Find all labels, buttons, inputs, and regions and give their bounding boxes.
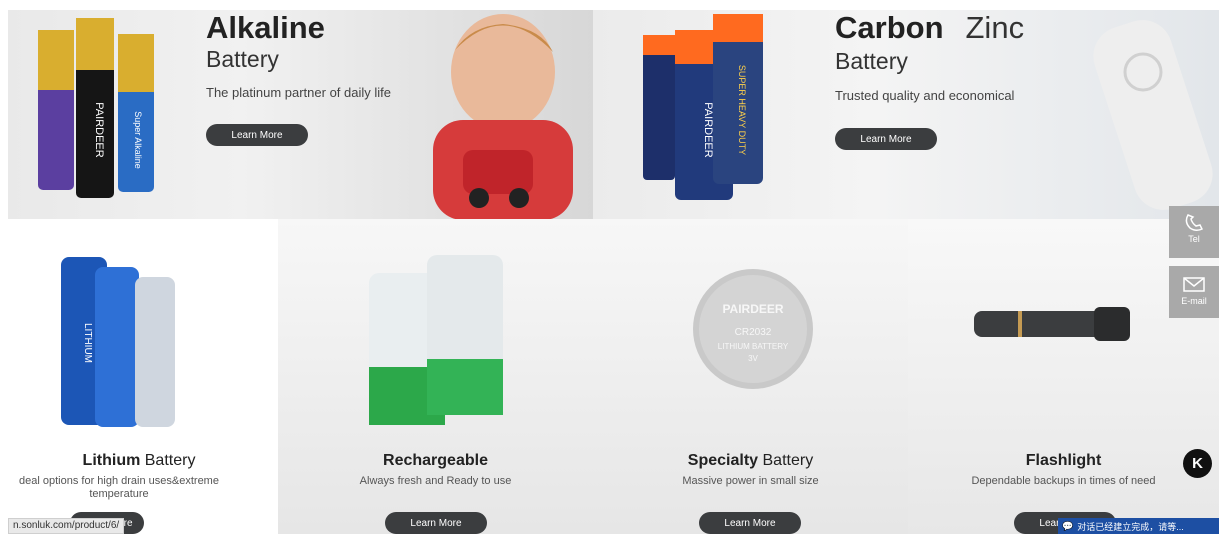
hero-subtitle: Battery xyxy=(835,48,908,74)
card-description: Always fresh and Ready to use xyxy=(359,475,512,487)
hero-subtitle: Battery xyxy=(206,46,279,72)
product-card-rechargeable[interactable]: Rechargeable Always fresh and Ready to u… xyxy=(278,219,593,534)
card-description: Massive power in small size xyxy=(682,475,819,487)
learn-more-button[interactable]: Learn More xyxy=(206,124,308,146)
floating-logo[interactable]: K xyxy=(1183,449,1212,478)
hero-title: Carbon Zinc xyxy=(835,10,1025,45)
live-chat-bar[interactable]: 💬 对话已经建立完成，请等... xyxy=(1058,518,1219,534)
hero-title: Alkaline xyxy=(206,10,325,45)
battery-brand-label: PAIRDEER xyxy=(702,102,714,157)
rechargeable-batteries-image xyxy=(369,255,503,425)
card-title: Lithium Battery xyxy=(82,452,196,469)
card-description: deal options for high drain uses&extreme… xyxy=(19,475,219,500)
email-label: E-mail xyxy=(1181,296,1207,306)
hero-tagline: The platinum partner of daily life xyxy=(206,85,391,100)
learn-more-button[interactable]: Learn More xyxy=(835,128,937,150)
card-title: Flashlight xyxy=(1025,452,1102,469)
coin-brand-label: PAIRDEER xyxy=(722,302,783,316)
remote-control-image xyxy=(1093,20,1213,210)
battery-type-label: LITHIUM xyxy=(82,323,93,363)
learn-more-button[interactable]: Learn More xyxy=(699,512,801,534)
battery-brand-label: PAIRDEER xyxy=(93,102,105,157)
product-card-specialty[interactable]: PAIRDEER CR2032 LITHIUM BATTERY 3V Speci… xyxy=(593,219,908,534)
card-title: Specialty Battery xyxy=(687,452,814,469)
coin-model-label: CR2032 xyxy=(735,327,772,338)
tel-contact-button[interactable]: Tel xyxy=(1169,206,1219,258)
tel-label: Tel xyxy=(1188,234,1200,244)
learn-more-button[interactable]: Learn More xyxy=(385,512,487,534)
email-contact-button[interactable]: E-mail xyxy=(1169,266,1219,318)
carbon-zinc-batteries-image: PAIRDEER SUPER HEAVY DUTY xyxy=(643,14,763,200)
chat-status-text: 对话已经建立完成，请等... xyxy=(1077,521,1184,532)
link-status-url: n.sonluk.com/product/6/ xyxy=(8,518,125,534)
card-description: Dependable backups in times of need xyxy=(971,475,1156,487)
coin-type-label: LITHIUM BATTERY xyxy=(718,342,789,351)
battery-variant-label: Super Alkaline xyxy=(133,111,143,169)
child-playing-image xyxy=(433,14,573,219)
card-title: Rechargeable xyxy=(383,452,488,469)
chat-bubble-icon: 💬 xyxy=(1062,520,1074,531)
product-card-lithium[interactable]: LITHIUM Lithium Battery deal options for… xyxy=(0,219,278,534)
coin-cell-image: PAIRDEER CR2032 LITHIUM BATTERY 3V xyxy=(693,269,813,389)
hero-banner-alkaline[interactable]: PAIRDEER Super Alkaline Alkaline Battery… xyxy=(8,10,593,219)
hero-tagline: Trusted quality and economical xyxy=(835,88,1015,103)
alkaline-batteries-image: PAIRDEER Super Alkaline xyxy=(38,18,154,198)
flashlight-image xyxy=(974,307,1130,341)
lithium-batteries-image: LITHIUM xyxy=(61,257,175,427)
phone-icon xyxy=(1185,214,1204,232)
hero-banner-carbon-zinc[interactable]: PAIRDEER SUPER HEAVY DUTY Carbon Zinc Bat… xyxy=(593,10,1219,219)
envelope-icon xyxy=(1183,277,1205,292)
battery-variant-label: SUPER HEAVY DUTY xyxy=(737,65,747,155)
coin-voltage-label: 3V xyxy=(748,354,758,363)
